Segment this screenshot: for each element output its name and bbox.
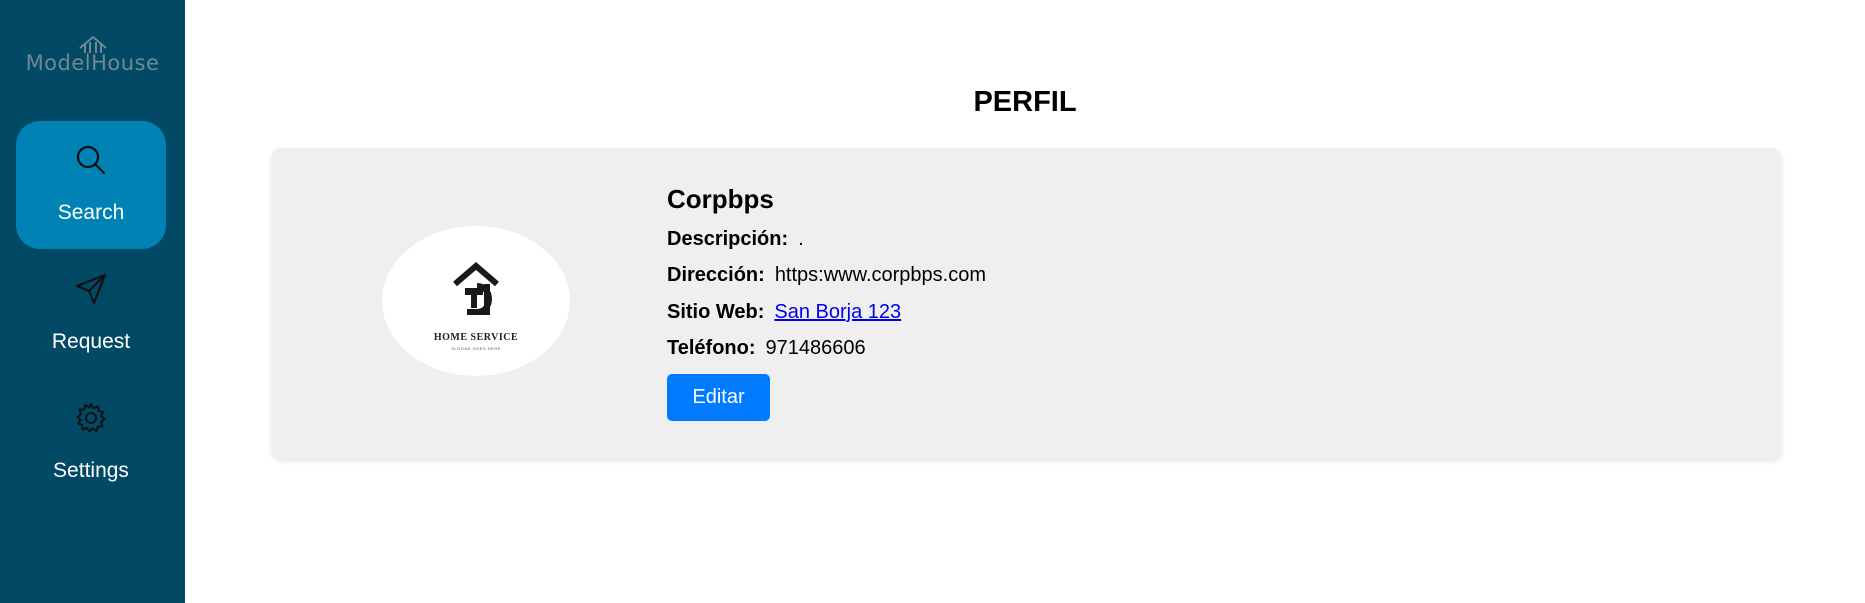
descripcion-value: . — [798, 228, 804, 250]
search-icon — [76, 145, 106, 175]
company-name: Corpbps — [667, 184, 774, 214]
logo-brand-text: HOME SERVICE — [433, 332, 519, 343]
home-service-logo-icon — [453, 262, 499, 315]
sitio-web-link[interactable]: San Borja 123 — [774, 301, 901, 323]
sidebar-item-label: Settings — [53, 459, 129, 482]
gear-icon — [76, 403, 106, 433]
descripcion-row: Descripción:. — [667, 228, 804, 251]
send-icon — [75, 273, 107, 305]
sitio-web-label: Sitio Web: — [667, 301, 765, 323]
telefono-label: Teléfono: — [667, 337, 756, 359]
sidebar-item-search[interactable]: Search — [16, 121, 166, 249]
sidebar: ModelHouse Search Request Settings — [0, 0, 185, 603]
logo-slogan-text: SLOGAN GOES HERE — [451, 346, 501, 351]
descripcion-label: Descripción: — [667, 228, 789, 250]
profile-card: HOME SERVICE SLOGAN GOES HERE Corpbps De… — [272, 148, 1781, 459]
sitio-web-row: Sitio Web: San Borja 123 — [667, 301, 901, 324]
main-content: PERFIL HOME SERVICE SLOGAN GOES HERE Cor… — [185, 0, 1865, 603]
direccion-value: https:www.corpbps.com — [774, 264, 987, 286]
direccion-label: Dirección: — [667, 264, 765, 286]
telefono-value: 971486606 — [765, 337, 866, 359]
direccion-row: Dirección: https:www.corpbps.com — [667, 264, 986, 287]
app-logo[interactable]: ModelHouse — [0, 34, 185, 75]
company-logo: HOME SERVICE SLOGAN GOES HERE — [382, 226, 570, 376]
sidebar-item-request[interactable]: Request — [16, 250, 166, 378]
page-title: PERFIL — [973, 86, 1077, 118]
sidebar-item-label: Request — [51, 330, 131, 353]
sidebar-item-label: Search — [57, 201, 125, 224]
sidebar-item-settings[interactable]: Settings — [16, 379, 166, 507]
edit-button[interactable]: Editar — [667, 374, 770, 421]
telefono-row: Teléfono: 971486606 — [667, 337, 866, 360]
logo-text: ModelHouse — [25, 51, 160, 75]
